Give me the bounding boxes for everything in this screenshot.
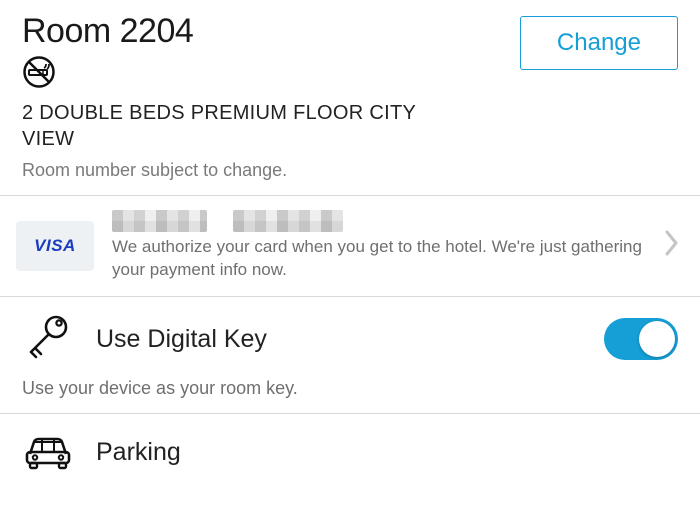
car-icon bbox=[22, 430, 74, 475]
digital-key-toggle[interactable] bbox=[604, 318, 678, 360]
change-room-button[interactable]: Change bbox=[520, 16, 678, 70]
digital-key-label: Use Digital Key bbox=[96, 325, 582, 354]
payment-note: We authorize your card when you get to t… bbox=[112, 236, 646, 282]
chevron-right-icon bbox=[664, 229, 684, 262]
digital-key-row: Use Digital Key Use your device as your … bbox=[0, 297, 700, 413]
room-description: 2 DOUBLE BEDS PREMIUM FLOOR CITY VIEW bbox=[22, 100, 452, 152]
room-note: Room number subject to change. bbox=[22, 160, 452, 181]
digital-key-subtext: Use your device as your room key. bbox=[22, 378, 678, 399]
key-icon bbox=[22, 311, 74, 368]
card-brand-label: VISA bbox=[34, 236, 76, 256]
parking-label: Parking bbox=[96, 438, 678, 467]
parking-row[interactable]: Parking bbox=[0, 414, 700, 487]
masked-card-info bbox=[112, 210, 646, 232]
no-smoking-icon bbox=[22, 55, 452, 94]
payment-row[interactable]: VISA We authorize your card when you get… bbox=[0, 196, 700, 296]
room-title: Room 2204 bbox=[22, 12, 452, 51]
card-brand-badge: VISA bbox=[16, 221, 94, 271]
